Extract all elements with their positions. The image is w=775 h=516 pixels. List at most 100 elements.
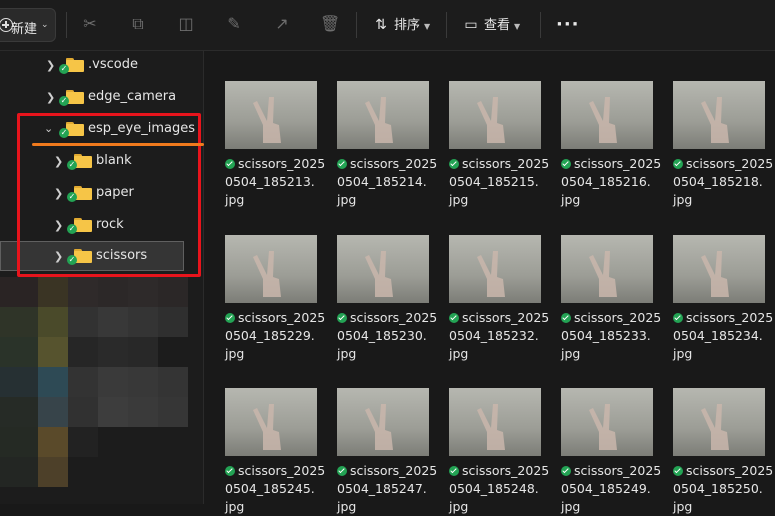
file-item[interactable]: scissors_2025 0504_185216. jpg [541, 51, 661, 207]
view-label: 查看 [484, 18, 511, 33]
file-item[interactable]: scissors_2025 0504_185249. jpg [541, 358, 661, 514]
image-thumbnail[interactable] [225, 388, 317, 456]
paste-icon[interactable]: ◫ [176, 14, 196, 34]
file-name-part: 0504_185234. [673, 328, 763, 343]
file-name: scissors_2025 0504_185232. jpg [449, 309, 553, 363]
toolbar-divider [446, 12, 447, 38]
file-name-part: 0504_185248. [449, 481, 539, 496]
file-item[interactable]: scissors_2025 0504_185213. jpg [205, 51, 325, 207]
file-name: scissors_2025 0504_185218. jpg [673, 155, 775, 209]
pixelated-region [0, 277, 204, 504]
new-button[interactable]: 新建 ⌄ [0, 8, 56, 42]
file-name-part: scissors_2025 [238, 156, 326, 171]
sort-button[interactable]: ⇅ 排序 ▼ [372, 14, 430, 36]
toolbar-divider [356, 12, 357, 38]
image-thumbnail[interactable] [561, 235, 653, 303]
tree-item-label: edge_camera [88, 89, 177, 104]
file-item[interactable]: scissors_2025 0504_185233. jpg [541, 205, 661, 361]
file-name-part: 0504_185218. [673, 174, 763, 189]
copy-icon[interactable]: ⧉ [128, 14, 148, 34]
sort-icon: ⇅ [375, 17, 387, 33]
file-name: scissors_2025 0504_185215. jpg [449, 155, 553, 209]
sync-ok-icon [337, 466, 347, 476]
cut-icon[interactable]: ✂ [80, 14, 100, 34]
file-name: scissors_2025 0504_185216. jpg [561, 155, 665, 209]
tree-item-edge-camera[interactable]: ❯ ✓ edge_camera [0, 83, 204, 113]
image-thumbnail[interactable] [225, 81, 317, 149]
orange-underline-annotation [32, 143, 204, 146]
file-name-part: 0504_185250. [673, 481, 763, 496]
file-item[interactable]: scissors_2025 0504_185230. jpg [317, 205, 437, 361]
file-name-part: 0504_185214. [337, 174, 427, 189]
file-item[interactable]: scissors_2025 0504_185247. jpg [317, 358, 437, 514]
file-item[interactable]: scissors_2025 0504_185248. jpg [429, 358, 549, 514]
image-thumbnail[interactable] [449, 235, 541, 303]
image-thumbnail[interactable] [225, 235, 317, 303]
sync-ok-icon [673, 159, 683, 169]
file-item[interactable]: scissors_2025 0504_185245. jpg [205, 358, 325, 514]
chevron-right-icon[interactable]: ❯ [46, 59, 55, 72]
file-name-part: scissors_2025 [238, 310, 326, 325]
file-item[interactable]: scissors_2025 0504_185215. jpg [429, 51, 549, 207]
file-name-part: scissors_2025 [574, 310, 662, 325]
file-name-part: 0504_185216. [561, 174, 651, 189]
sync-ok-icon [673, 313, 683, 323]
file-item[interactable]: scissors_2025 0504_185232. jpg [429, 205, 549, 361]
file-item[interactable]: scissors_2025 0504_185218. jpg [653, 51, 773, 207]
file-item[interactable]: scissors_2025 0504_185250. jpg [653, 358, 773, 514]
chevron-right-icon[interactable]: ❯ [46, 91, 55, 104]
image-thumbnail[interactable] [673, 81, 765, 149]
file-name-part: jpg [225, 499, 245, 514]
file-name-part: 0504_185229. [225, 328, 315, 343]
folder-icon: ✓ [59, 58, 84, 74]
sync-ok-icon [225, 313, 235, 323]
sync-ok-icon [449, 159, 459, 169]
file-name-part: scissors_2025 [350, 310, 438, 325]
file-item[interactable]: scissors_2025 0504_185229. jpg [205, 205, 325, 361]
image-thumbnail[interactable] [449, 388, 541, 456]
image-thumbnail[interactable] [561, 388, 653, 456]
file-name: scissors_2025 0504_185214. jpg [337, 155, 441, 209]
share-icon[interactable]: ↗ [272, 14, 292, 34]
file-grid: scissors_2025 0504_185213. jpg scissors_202… [205, 51, 775, 514]
rename-icon[interactable]: ✎ [224, 14, 244, 34]
folder-icon: ✓ [59, 90, 84, 106]
file-name-part: 0504_185215. [449, 174, 539, 189]
tree-item-vscode[interactable]: ❯ ✓ .vscode [0, 51, 204, 81]
sort-label: 排序 [394, 18, 421, 33]
file-item[interactable]: scissors_2025 0504_185234. jpg [653, 205, 773, 361]
view-icon: ▭ [464, 17, 478, 33]
image-thumbnail[interactable] [449, 81, 541, 149]
image-thumbnail[interactable] [673, 388, 765, 456]
sync-ok-icon [337, 159, 347, 169]
toolbar-divider [66, 12, 67, 38]
sync-ok-icon [449, 466, 459, 476]
file-name-part: 0504_185245. [225, 481, 315, 496]
sync-ok-icon [561, 313, 571, 323]
file-name-part: scissors_2025 [350, 156, 438, 171]
file-name-part: 0504_185232. [449, 328, 539, 343]
file-name-part: 0504_185233. [561, 328, 651, 343]
image-thumbnail[interactable] [337, 388, 429, 456]
file-name-part: scissors_2025 [686, 156, 774, 171]
image-thumbnail[interactable] [337, 81, 429, 149]
view-button[interactable]: ▭ 查看 ▼ [462, 14, 520, 36]
file-name-part: scissors_2025 [462, 310, 550, 325]
file-name-part: 0504_185247. [337, 481, 427, 496]
image-thumbnail[interactable] [337, 235, 429, 303]
sync-ok-icon [225, 159, 235, 169]
file-name-part: jpg [449, 499, 469, 514]
file-name: scissors_2025 0504_185247. jpg [337, 462, 441, 516]
file-name-part: jpg [337, 499, 357, 514]
new-button-label: 新建 [11, 22, 38, 37]
file-item[interactable]: scissors_2025 0504_185214. jpg [317, 51, 437, 207]
delete-icon[interactable]: 🗑 [320, 14, 340, 34]
file-name: scissors_2025 0504_185234. jpg [673, 309, 775, 363]
file-name: scissors_2025 0504_185248. jpg [449, 462, 553, 516]
file-name: scissors_2025 0504_185249. jpg [561, 462, 665, 516]
image-thumbnail[interactable] [673, 235, 765, 303]
file-name-part: 0504_185249. [561, 481, 651, 496]
more-options-icon[interactable]: ··· [556, 14, 580, 35]
image-thumbnail[interactable] [561, 81, 653, 149]
file-name-part: 0504_185230. [337, 328, 427, 343]
